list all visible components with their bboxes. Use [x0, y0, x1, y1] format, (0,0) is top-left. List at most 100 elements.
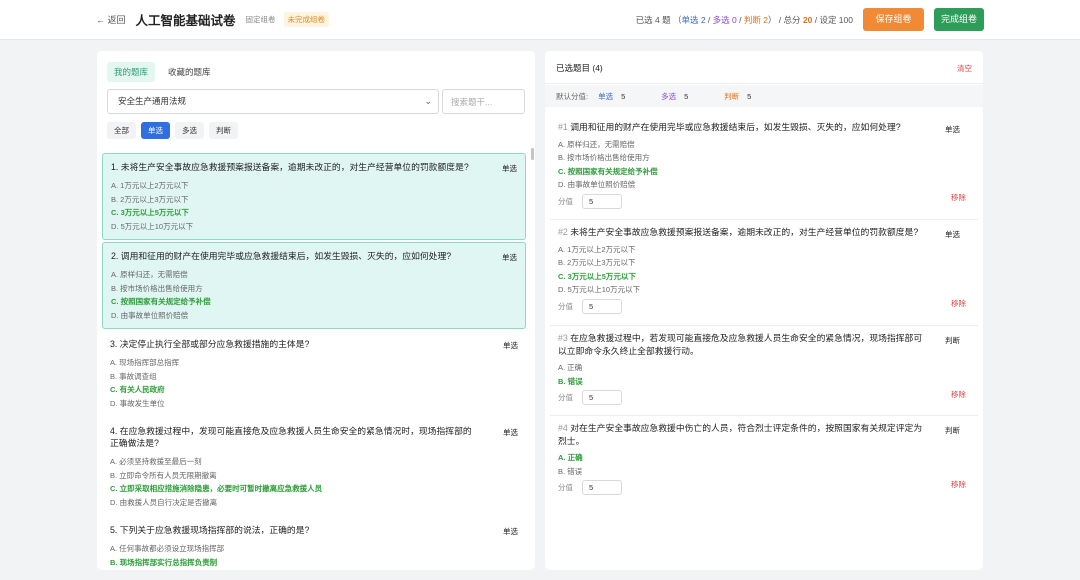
selected-question: #2 未将生产安全事故应急救援预案报送备案，逾期未改正的，对生产经营单位的罚款额… — [550, 220, 978, 326]
default-type-single: 单选 — [598, 91, 614, 101]
correct-option: C. 有关人民政府 — [110, 385, 165, 394]
default-score-judge[interactable]: 5 — [747, 92, 775, 101]
selected-question-title: #3 在应急救援过程中，若发现可能直接危及应急救援人员生命安全的紧急情况，现场指… — [558, 333, 923, 356]
question-card[interactable]: 1. 未将生产安全事故应急救援预案报送备案，逾期未改正的，对生产经营单位的罚款额… — [102, 153, 526, 240]
question-card[interactable]: 3. 决定停止执行全部或部分应急救援措施的主体是? 单选 A. 现场指挥部总指挥… — [102, 331, 526, 416]
option: A. 正确 — [558, 363, 583, 372]
option: A. 1万元以上2万元以下 — [111, 181, 189, 190]
score-label: 分值 — [558, 196, 573, 206]
type-filters: 全部 单选 多选 判断 — [107, 122, 243, 139]
option: B. 立即命令所有人员无限期撤离 — [110, 470, 217, 480]
status-badge: 未完成组卷 — [283, 12, 330, 27]
option: D. 由事故单位照价赔偿 — [111, 310, 189, 320]
correct-option: C. 立即采取相应措施消除隐患，必要时可暂时撤离应急救援人员 — [110, 484, 323, 493]
tab-my-bank[interactable]: 我的题库 — [107, 62, 156, 82]
question-card[interactable]: 4. 在应急救援过程中，发现可能直接危及应急救援人员生命安全的紧急情况时，现场指… — [102, 418, 526, 515]
option: A. 原样归还，无需赔偿 — [558, 139, 635, 149]
question-type: 单选 — [945, 230, 960, 239]
score-input[interactable]: 5 — [582, 390, 622, 405]
option: A. 原样归还，无需赔偿 — [111, 270, 188, 279]
option: A. 必须坚持救援至最后一刻 — [110, 457, 202, 466]
clear-button[interactable]: 清空 — [957, 63, 972, 74]
default-scores-bar: 默认分值: 单选 5 多选 5 判断 5 — [545, 85, 983, 107]
score-input[interactable]: 5 — [582, 298, 622, 314]
correct-option: C. 按照国家有关规定给予补偿 — [558, 166, 658, 176]
question-list: 1. 未将生产安全事故应急救援预案报送备案，逾期未改正的，对生产经营单位的罚款额… — [102, 153, 526, 570]
question-bank-panel: 我的题库 收藏的题库 安全生产通用法规 ⌄ 全部 单选 多选 判断 1. 未将生… — [97, 51, 535, 570]
filter-single[interactable]: 单选 — [141, 122, 170, 139]
header-actions: 已选 4 题 （单选 2 / 多选 0 / 判断 2） / 总分 20 / 设定… — [636, 8, 984, 31]
option: A. 任何事故都必须设立现场指挥部 — [110, 544, 225, 553]
question-title: 4. 在应急救援过程中，发现可能直接危及应急救援人员生命安全的紧急情况时，现场指… — [110, 426, 472, 448]
bank-tabs: 我的题库 收藏的题库 — [107, 62, 224, 82]
selected-list: #1 调用和征用的财产在使用完毕或应急救援结束后，如发生毁损、灭失的，应如何处理… — [550, 115, 978, 504]
bank-select[interactable]: 安全生产通用法规 ⌄ — [107, 89, 439, 114]
chevron-down-icon: ⌄ — [424, 96, 432, 106]
question-type: 单选 — [503, 527, 518, 536]
correct-option: B. 现场指挥部实行总指挥负责制 — [110, 557, 218, 567]
default-score-multi[interactable]: 5 — [684, 92, 712, 101]
default-score-label: 默认分值: — [556, 91, 589, 101]
question-title: 5. 下列关于应急救援现场指挥部的说法，正确的是? — [110, 525, 310, 535]
option: B. 错误 — [558, 466, 583, 476]
score-label: 分值 — [558, 483, 573, 492]
question-card[interactable]: 5. 下列关于应急救援现场指挥部的说法，正确的是? 单选 A. 任何事故都必须设… — [102, 517, 526, 570]
filter-all[interactable]: 全部 — [107, 122, 136, 139]
selected-question: #3 在应急救援过程中，若发现可能直接危及应急救援人员生命安全的紧急情况，现场指… — [550, 326, 978, 416]
filter-multi[interactable]: 多选 — [175, 122, 204, 139]
option: A. 1万元以上2万元以下 — [558, 244, 636, 254]
option: B. 2万元以上3万元以下 — [111, 194, 189, 204]
option: B. 按市场价格出售给使用方 — [558, 153, 650, 162]
score-input[interactable]: 5 — [582, 480, 622, 495]
back-link[interactable]: ← 返回 — [96, 13, 126, 26]
tab-favorite-bank[interactable]: 收藏的题库 — [161, 62, 218, 82]
option: D. 5万元以上10万元以下 — [111, 221, 194, 231]
score-label: 分值 — [558, 301, 573, 311]
option: B. 2万元以上3万元以下 — [558, 258, 636, 267]
option: D. 5万元以上10万元以下 — [558, 285, 641, 294]
selected-question: #1 调用和征用的财产在使用完毕或应急救援结束后，如发生毁损、灭失的，应如何处理… — [550, 115, 978, 220]
page-title: 人工智能基础试卷 — [135, 14, 236, 28]
remove-button[interactable]: 移除 — [951, 298, 966, 309]
score-label: 分值 — [558, 393, 573, 402]
search-input[interactable] — [442, 89, 525, 114]
scrollbar-thumb[interactable] — [531, 148, 534, 160]
question-title: 1. 未将生产安全事故应急救援预案报送备案，逾期未改正的，对生产经营单位的罚款额… — [111, 162, 469, 172]
remove-button[interactable]: 移除 — [951, 192, 966, 203]
default-type-judge: 判断 — [724, 91, 740, 101]
question-type: 单选 — [503, 428, 518, 437]
selected-question: #4 对在生产安全事故应急救援中伤亡的人员，符合烈士评定条件的，按照国家有关规定… — [550, 416, 978, 504]
correct-option: C. 3万元以上5万元以下 — [558, 271, 636, 281]
selected-header: 已选题目 (4) 清空 — [545, 51, 983, 84]
selected-question-title: #2 未将生产安全事故应急救援预案报送备案，逾期未改正的，对生产经营单位的罚款额… — [558, 227, 919, 237]
score-row: 分值 5 — [558, 298, 970, 314]
question-type: 判断 — [945, 426, 960, 435]
remove-button[interactable]: 移除 — [951, 389, 966, 400]
filter-judge[interactable]: 判断 — [209, 122, 238, 139]
selected-question-title: #1 调用和征用的财产在使用完毕或应急救援结束后，如发生毁损、灭失的，应如何处理… — [558, 122, 901, 132]
question-type: 单选 — [503, 341, 518, 350]
question-card[interactable]: 2. 调用和征用的财产在使用完毕或应急救援结束后，如发生毁损、灭失的，应如何处理… — [102, 242, 526, 329]
selected-panel: 已选题目 (4) 清空 默认分值: 单选 5 多选 5 判断 5 #1 调用和征… — [545, 51, 983, 570]
score-row: 分值 5 — [558, 390, 970, 405]
question-title: 2. 调用和征用的财产在使用完毕或应急救援结束后，如发生毁损、灭失的，应如何处理… — [111, 251, 452, 261]
option: D. 由救援人员自行决定是否撤离 — [110, 497, 218, 507]
option: B. 按市场价格出售给使用方 — [111, 283, 203, 293]
question-type: 判断 — [945, 336, 960, 345]
option: D. 事故发生单位 — [110, 398, 165, 408]
selection-summary: 已选 4 题 （单选 2 / 多选 0 / 判断 2） / 总分 20 / 设定… — [635, 14, 853, 25]
bank-select-value: 安全生产通用法规 — [118, 96, 187, 106]
remove-button[interactable]: 移除 — [951, 479, 966, 490]
question-type: 单选 — [502, 253, 517, 262]
option: D. 由事故单位照价赔偿 — [558, 180, 636, 189]
correct-option: C. 按照国家有关规定给予补偿 — [111, 297, 211, 306]
score-input[interactable]: 5 — [582, 193, 622, 209]
score-row: 分值 5 — [558, 480, 970, 495]
selected-title: 已选题目 (4) — [556, 63, 603, 73]
default-score-single[interactable]: 5 — [621, 92, 649, 101]
selected-question-title: #4 对在生产安全事故应急救援中伤亡的人员，符合烈士评定条件的，按照国家有关规定… — [558, 423, 923, 446]
save-button[interactable]: 保存组卷 — [863, 8, 924, 31]
question-type: 单选 — [945, 125, 960, 134]
finish-button[interactable]: 完成组卷 — [934, 8, 984, 31]
option: A. 现场指挥部总指挥 — [110, 358, 180, 367]
